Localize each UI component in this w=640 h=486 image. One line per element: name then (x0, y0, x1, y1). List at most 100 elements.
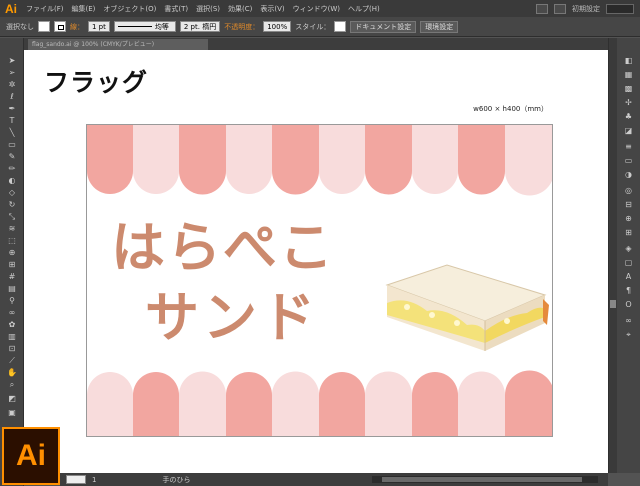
status-bar: 1 手のひら (60, 473, 608, 486)
horizontal-scroll-thumb[interactable] (382, 477, 582, 482)
perspective-grid-tool-icon[interactable]: ⊞ (6, 260, 18, 269)
arrange-documents-button[interactable] (554, 3, 566, 14)
document-canvas[interactable]: フラッグ w600 × h400（mm） はらぺこ サンド (24, 50, 608, 473)
mesh-tool-icon[interactable]: # (6, 272, 18, 281)
swatches-panel-icon[interactable]: ▩ (622, 84, 635, 93)
rotate-tool-icon[interactable]: ↻ (6, 200, 18, 209)
preferences-button[interactable]: 環境設定 (420, 20, 459, 33)
zoom-tool-icon[interactable]: ⌕ (6, 380, 18, 389)
magic-wand-tool-icon[interactable]: ✲ (6, 80, 18, 89)
rectangle-tool-icon[interactable]: ▭ (6, 140, 18, 149)
style-label: スタイル： (295, 22, 331, 31)
color-guide-icon[interactable]: ▦ (622, 70, 635, 79)
hand-tool-icon[interactable]: ✋ (6, 368, 18, 377)
bottom-awning (87, 370, 552, 436)
slice-tool-icon[interactable]: ⟋ (6, 356, 18, 365)
fill-stroke-swatches-icon[interactable]: ◩ (6, 394, 18, 403)
tools-panel: ➤ ➢ ✲ ℓ ✒ T ╲ ▭ ✎ ✏ ◐ ◇ ↻ ⤡ ≋ ⬚ ⊕ ⊞ # ▤ … (0, 38, 24, 486)
graphic-styles-icon[interactable]: ◪ (622, 126, 635, 135)
transform-panel-icon[interactable]: ⊞ (622, 228, 635, 237)
right-panel-dock: ◧ ▦ ▩ ✢ ♣ ◪ ≡ ▭ ◑ ◎ ⊟ ⊕ ⊞ ◈ ▢ A ¶ O ∞ ⌖ (608, 38, 640, 473)
gradient-panel-icon[interactable]: ▭ (622, 156, 635, 165)
paintbrush-tool-icon[interactable]: ✎ (6, 152, 18, 161)
page-title: フラッグ (44, 68, 149, 97)
line-tool-icon[interactable]: ╲ (6, 128, 18, 137)
flag-headline-line1: はらぺこ (111, 216, 335, 279)
color-mode-icon[interactable]: ▣ (6, 408, 18, 417)
opentype-panel-icon[interactable]: O (622, 300, 635, 309)
document-tab[interactable]: flag_sando.ai @ 100% (CMYK/プレビュー) (28, 39, 208, 50)
flag-headline-line2: サンド (145, 286, 319, 349)
opacity-label[interactable]: 不透明度： (224, 22, 259, 32)
appearance-panel-icon[interactable]: ◎ (622, 186, 635, 195)
line-style-label: 均等 (154, 22, 169, 31)
selection-status: 選択なし (6, 22, 34, 31)
align-panel-icon[interactable]: ⊟ (622, 200, 635, 209)
stroke-label[interactable]: 線： (70, 22, 84, 32)
workspace-switcher[interactable]: 初期設定 (572, 4, 600, 14)
brush-dropdown[interactable]: 2 pt. 楕円 (179, 21, 221, 32)
selection-tool-icon[interactable]: ➤ (6, 56, 18, 65)
stroke-swatch[interactable] (54, 21, 66, 32)
search-input[interactable] (606, 3, 634, 14)
blend-tool-icon[interactable]: ∞ (6, 308, 18, 317)
top-awning (87, 125, 552, 196)
layers-panel-icon[interactable]: ◈ (622, 244, 635, 253)
stroke-panel-icon[interactable]: ≡ (622, 142, 635, 151)
opacity-input[interactable]: 100% (263, 21, 292, 32)
horizontal-scrollbar[interactable] (372, 476, 598, 483)
character-panel-icon[interactable]: A (622, 272, 635, 281)
paragraph-panel-icon[interactable]: ¶ (622, 286, 635, 295)
blob-brush-tool-icon[interactable]: ◐ (6, 176, 18, 185)
sandwich-illustration (385, 264, 549, 351)
current-tool-name[interactable]: 手のひら (162, 475, 190, 485)
panel-scrollbar[interactable] (609, 38, 617, 473)
brushes-panel-icon[interactable]: ✢ (622, 98, 635, 107)
menu-type[interactable]: 書式(T) (160, 4, 192, 14)
panel-scroll-thumb[interactable] (610, 300, 616, 308)
gradient-tool-icon[interactable]: ▤ (6, 284, 18, 293)
menu-edit[interactable]: 編集(E) (68, 4, 100, 14)
direct-selection-tool-icon[interactable]: ➢ (6, 68, 18, 77)
zoom-level-input[interactable] (66, 475, 86, 484)
scale-tool-icon[interactable]: ⤡ (6, 212, 18, 221)
color-panel-icon[interactable]: ◧ (622, 56, 635, 65)
menu-window[interactable]: ウィンドウ(W) (289, 4, 344, 14)
navigator-panel-icon[interactable]: ⌖ (622, 330, 635, 339)
symbol-sprayer-tool-icon[interactable]: ✿ (6, 320, 18, 329)
eyedropper-tool-icon[interactable]: ⚲ (6, 296, 18, 305)
graphic-style-swatch[interactable] (334, 21, 347, 32)
menu-right-group: 初期設定 (536, 0, 640, 17)
type-tool-icon[interactable]: T (6, 116, 18, 125)
artboard[interactable]: はらぺこ サンド (86, 124, 553, 437)
menu-bar: Ai ファイル(F) 編集(E) オブジェクト(O) 書式(T) 選択(S) 効… (0, 0, 640, 17)
bridge-button[interactable] (536, 3, 548, 14)
variable-width-dropdown[interactable]: 均等 (113, 21, 176, 32)
eraser-tool-icon[interactable]: ◇ (6, 188, 18, 197)
lasso-tool-icon[interactable]: ℓ (6, 92, 18, 101)
size-label: w600 × h400（mm） (473, 105, 548, 113)
links-panel-icon[interactable]: ∞ (622, 316, 635, 325)
menu-effect[interactable]: 効果(C) (224, 4, 256, 14)
menu-file[interactable]: ファイル(F) (22, 4, 68, 14)
document-tab-strip: flag_sando.ai @ 100% (CMYK/プレビュー) (24, 38, 608, 50)
free-transform-tool-icon[interactable]: ⬚ (6, 236, 18, 245)
pen-tool-icon[interactable]: ✒ (6, 104, 18, 113)
fill-swatch[interactable] (38, 21, 50, 32)
menu-view[interactable]: 表示(V) (256, 4, 288, 14)
pencil-tool-icon[interactable]: ✏ (6, 164, 18, 173)
column-graph-tool-icon[interactable]: ▥ (6, 332, 18, 341)
artboard-number[interactable]: 1 (92, 476, 96, 484)
menu-help[interactable]: ヘルプ(H) (344, 4, 384, 14)
document-setup-button[interactable]: ドキュメント設定 (350, 20, 417, 33)
warp-tool-icon[interactable]: ≋ (6, 224, 18, 233)
artboards-panel-icon[interactable]: ▢ (622, 258, 635, 267)
symbols-panel-icon[interactable]: ♣ (622, 112, 635, 121)
artboard-tool-icon[interactable]: ⊡ (6, 344, 18, 353)
menu-object[interactable]: オブジェクト(O) (99, 4, 160, 14)
shape-builder-tool-icon[interactable]: ⊕ (6, 248, 18, 257)
pathfinder-panel-icon[interactable]: ⊕ (622, 214, 635, 223)
menu-select[interactable]: 選択(S) (192, 4, 224, 14)
transparency-panel-icon[interactable]: ◑ (622, 170, 635, 179)
stroke-weight-dropdown[interactable]: 1 pt (88, 21, 110, 32)
